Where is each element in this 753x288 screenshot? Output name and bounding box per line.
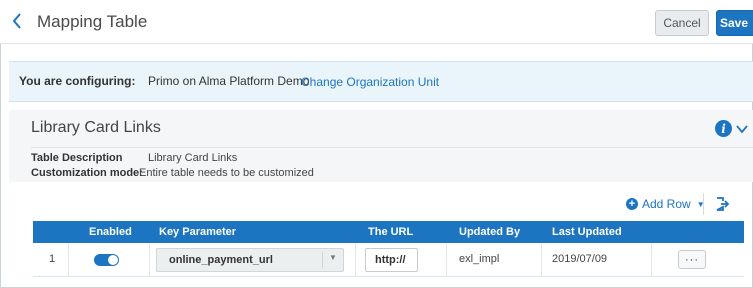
- column-divider: [68, 243, 69, 277]
- column-divider: [446, 243, 447, 277]
- key-parameter-select[interactable]: online_payment_url ▼: [156, 248, 344, 272]
- column-header-last-updated[interactable]: Last Updated: [552, 226, 622, 238]
- toolbar-separator: [703, 193, 704, 215]
- add-row-label: Add Row: [642, 197, 691, 211]
- column-header-url[interactable]: The URL: [368, 226, 413, 238]
- back-chevron-icon[interactable]: [8, 10, 26, 32]
- column-header-updated-by[interactable]: Updated By: [459, 226, 520, 238]
- select-separator: [322, 252, 323, 268]
- url-value: http://: [375, 254, 406, 266]
- row-index: 1: [49, 253, 56, 265]
- column-header-key-parameter[interactable]: Key Parameter: [159, 226, 236, 238]
- cancel-button[interactable]: Cancel: [655, 10, 709, 36]
- more-actions-icon[interactable]: ···: [678, 250, 706, 269]
- table-description-value: Library Card Links: [148, 152, 238, 164]
- column-divider: [355, 243, 356, 277]
- section-divider: [31, 147, 753, 148]
- library-card-links-section: Library Card Links i Table Description L…: [9, 110, 753, 182]
- customization-mode-label: Customization mode:: [31, 167, 143, 179]
- column-divider: [651, 243, 652, 277]
- column-divider: [541, 243, 542, 277]
- plus-circle-icon: +: [626, 198, 638, 210]
- chevron-down-icon[interactable]: [735, 122, 749, 136]
- enabled-toggle[interactable]: [94, 254, 119, 266]
- page-header: Mapping Table Cancel Save: [0, 0, 753, 44]
- change-organization-unit-link[interactable]: Change Organization Unit: [301, 75, 439, 89]
- table-header: Enabled Key Parameter The URL Updated By…: [33, 221, 744, 243]
- export-icon[interactable]: [714, 196, 730, 212]
- key-parameter-value: online_payment_url: [169, 254, 273, 266]
- save-button[interactable]: Save: [716, 10, 753, 36]
- chevron-down-icon: ▼: [329, 253, 337, 262]
- column-header-enabled[interactable]: Enabled: [89, 226, 132, 238]
- configuring-value: Primo on Alma Platform Demo: [148, 74, 310, 88]
- section-title: Library Card Links: [31, 119, 161, 136]
- configuring-label: You are configuring:: [19, 74, 136, 88]
- info-icon[interactable]: i: [715, 120, 732, 137]
- updated-by-value: exl_impl: [459, 253, 500, 265]
- add-row-button[interactable]: + Add Row ▼: [626, 197, 705, 211]
- url-input[interactable]: http://: [365, 248, 418, 272]
- table-row: 1 online_payment_url ▼ http:// exl_impl …: [33, 243, 744, 277]
- customization-mode-value: Entire table needs to be customized: [139, 167, 314, 179]
- configuring-bar: You are configuring: Primo on Alma Platf…: [9, 61, 753, 102]
- page-title: Mapping Table: [37, 12, 148, 31]
- column-divider: [149, 243, 150, 277]
- last-updated-value: 2019/07/09: [552, 253, 608, 265]
- table-description-label: Table Description: [31, 152, 123, 164]
- mapping-table: Enabled Key Parameter The URL Updated By…: [33, 221, 744, 277]
